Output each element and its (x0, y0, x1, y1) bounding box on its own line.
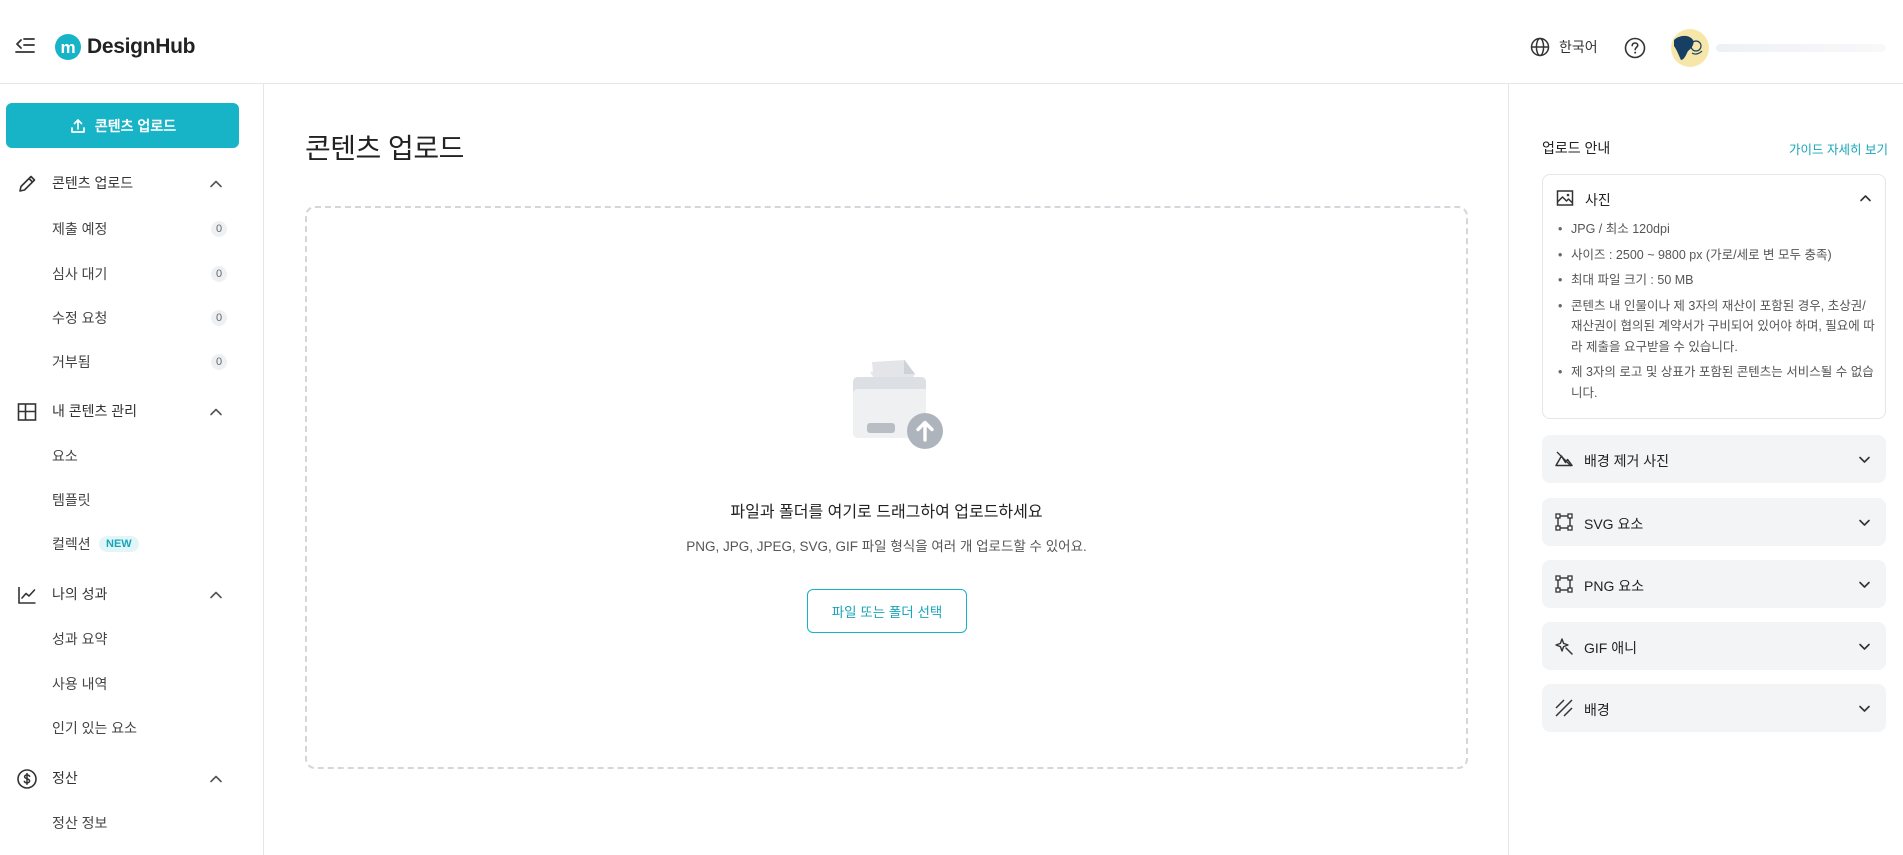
sidebar-section-my-content[interactable]: 내 콘텐츠 관리 (0, 393, 264, 429)
sidebar: 콘텐츠 업로드 콘텐츠 업로드 제출 예정 0 심사 대기 0 수정 요청 0 … (0, 84, 264, 855)
guide-title: 업로드 안내 (1542, 140, 1611, 156)
sparkle-icon (1555, 638, 1573, 655)
upload-button-label: 콘텐츠 업로드 (94, 117, 177, 134)
sidebar-section-settlement[interactable]: 정산 (0, 760, 264, 796)
sidebar-item-label: 제출 예정 (52, 221, 108, 237)
accordion-label: 배경 (1584, 702, 1610, 718)
accordion-label: PNG 요소 (1584, 578, 1644, 594)
select-files-button[interactable]: 파일 또는 폴더 선택 (807, 589, 967, 633)
chevron-down-icon (1859, 705, 1870, 712)
chevron-up-icon (1860, 195, 1871, 202)
sidebar-item-label: 템플릿 (52, 492, 91, 508)
section-label: 콘텐츠 업로드 (52, 175, 134, 191)
photo-rules-list: JPG / 최소 120dpi 사이즈 : 2500 ~ 9800 px (가로… (1557, 219, 1877, 408)
sidebar-item-label: 컬렉션 (52, 536, 91, 552)
user-name-placeholder (1716, 44, 1886, 52)
new-badge: NEW (99, 536, 139, 552)
sidebar-item-pending-submission[interactable]: 제출 예정 0 (0, 212, 264, 246)
chevron-down-icon (1859, 581, 1870, 588)
accordion-label: 배경 제거 사진 (1584, 453, 1670, 469)
vector-frame-icon (1555, 575, 1573, 593)
dropzone-subtitle: PNG, JPG, JPEG, SVG, GIF 파일 형식을 여러 개 업로드… (686, 539, 1087, 554)
sidebar-item-label: 성과 요약 (52, 631, 108, 647)
sidebar-item-performance-summary[interactable]: 성과 요약 (0, 622, 264, 656)
chevron-up-icon (210, 591, 222, 599)
avatar[interactable] (1671, 29, 1709, 67)
section-label: 나의 성과 (52, 586, 108, 602)
sidebar-item-label: 심사 대기 (52, 266, 108, 282)
sidebar-item-elements[interactable]: 요소 (0, 439, 264, 473)
language-selector[interactable]: 한국어 (1530, 37, 1598, 57)
rule-item: 제 3자의 로고 및 상표가 포함된 콘텐츠는 서비스될 수 없습니다. (1557, 362, 1877, 403)
sidebar-section-content-upload[interactable]: 콘텐츠 업로드 (0, 165, 264, 201)
section-label: 내 콘텐츠 관리 (52, 403, 138, 419)
sidebar-section-my-performance[interactable]: 나의 성과 (0, 576, 264, 612)
sidebar-item-collections[interactable]: 컬렉션 NEW (0, 527, 264, 561)
sidebar-item-label: 거부됨 (52, 354, 91, 370)
chevron-down-icon (1859, 643, 1870, 650)
count-badge: 0 (211, 221, 227, 237)
globe-icon (1530, 37, 1550, 57)
upload-guide-panel: 업로드 안내 가이드 자세히 보기 사진 JPG / 최소 120dpi 사이즈… (1508, 84, 1903, 855)
chevron-up-icon (210, 775, 222, 783)
rule-item: JPG / 최소 120dpi (1557, 219, 1877, 240)
accordion-svg-element[interactable]: SVG 요소 (1542, 498, 1886, 546)
accordion-photo-header[interactable]: 사진 (1543, 175, 1885, 219)
accordion-png-element[interactable]: PNG 요소 (1542, 560, 1886, 608)
vector-frame-icon (1555, 513, 1573, 531)
count-badge: 0 (211, 354, 227, 370)
sidebar-item-popular-elements[interactable]: 인기 있는 요소 (0, 711, 264, 745)
chevron-down-icon (1859, 519, 1870, 526)
sidebar-item-label: 사용 내역 (52, 676, 108, 692)
sidebar-item-templates[interactable]: 템플릿 (0, 483, 264, 517)
accordion-background[interactable]: 배경 (1542, 684, 1886, 732)
count-badge: 0 (211, 310, 227, 326)
accordion-background-removed-photo[interactable]: 배경 제거 사진 (1542, 435, 1886, 483)
upload-folder-icon (853, 360, 943, 449)
accordion-label: GIF 애니 (1584, 640, 1637, 656)
upload-content-button[interactable]: 콘텐츠 업로드 (6, 103, 239, 148)
hatch-pattern-icon (1555, 699, 1573, 717)
logo-mark: m (55, 34, 81, 60)
accordion-photo: 사진 JPG / 최소 120dpi 사이즈 : 2500 ~ 9800 px … (1542, 174, 1886, 419)
line-chart-icon (18, 587, 36, 604)
chevron-up-icon (210, 408, 222, 416)
accordion-label: 사진 (1585, 192, 1611, 208)
file-dropzone[interactable]: 파일과 폴더를 여기로 드래그하여 업로드하세요 PNG, JPG, JPEG,… (305, 206, 1468, 769)
sidebar-item-label: 정산 정보 (52, 815, 108, 831)
accordion-gif-animation[interactable]: GIF 애니 (1542, 622, 1886, 670)
image-icon (1556, 190, 1574, 206)
guide-details-link[interactable]: 가이드 자세히 보기 (1789, 139, 1888, 158)
help-icon[interactable] (1624, 37, 1646, 59)
logo-text: DesignHub (87, 35, 196, 58)
logo[interactable]: m DesignHub (55, 34, 195, 60)
rule-item: 사이즈 : 2500 ~ 9800 px (가로/세로 변 모두 충족) (1557, 245, 1877, 266)
chevron-up-icon (210, 180, 222, 188)
dropzone-title: 파일과 폴더를 여기로 드래그하여 업로드하세요 (730, 504, 1043, 521)
chevron-down-icon (1859, 456, 1870, 463)
page-title: 콘텐츠 업로드 (305, 133, 464, 164)
avatar-image (1674, 35, 1703, 60)
layout-grid-icon (17, 403, 37, 421)
sidebar-item-revision-requested[interactable]: 수정 요청 0 (0, 301, 264, 335)
collapse-menu-icon[interactable] (14, 36, 36, 56)
sidebar-item-usage-history[interactable]: 사용 내역 (0, 667, 264, 701)
language-label: 한국어 (1559, 39, 1598, 55)
upload-icon (71, 118, 85, 133)
pencil-icon (19, 175, 36, 192)
sidebar-item-label: 수정 요청 (52, 310, 108, 326)
rule-item: 콘텐츠 내 인물이나 제 3자의 재산이 포함된 경우, 초상권/재산권이 협의… (1557, 296, 1877, 358)
dollar-coin-icon (17, 769, 37, 789)
accordion-label: SVG 요소 (1584, 516, 1644, 532)
sidebar-item-awaiting-review[interactable]: 심사 대기 0 (0, 257, 264, 291)
top-header: m DesignHub 한국어 (0, 0, 1903, 84)
count-badge: 0 (211, 266, 227, 282)
sidebar-item-settlement-info[interactable]: 정산 정보 (0, 806, 264, 840)
rule-item: 최대 파일 크기 : 50 MB (1557, 270, 1877, 291)
sidebar-item-label: 인기 있는 요소 (52, 720, 138, 736)
mountain-icon (1555, 451, 1573, 467)
section-label: 정산 (52, 770, 78, 786)
sidebar-item-rejected[interactable]: 거부됨 0 (0, 345, 264, 379)
sidebar-item-label: 요소 (52, 448, 78, 464)
